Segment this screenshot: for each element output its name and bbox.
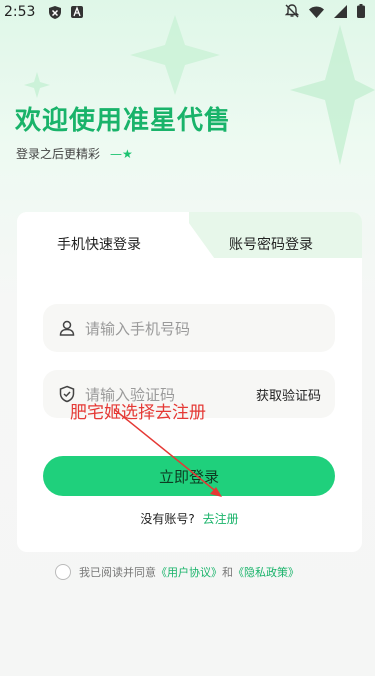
subtitle-text: 登录之后更精彩: [16, 147, 101, 161]
tab-password-login-label: 账号密码登录: [229, 237, 313, 253]
shield-icon: [49, 5, 62, 19]
decorative-star-right: [290, 25, 375, 165]
tab-quick-login[interactable]: 手机快速登录: [57, 234, 141, 255]
login-button[interactable]: 立即登录: [43, 456, 335, 496]
no-account-text: 没有账号?: [140, 512, 195, 526]
subtitle: 登录之后更精彩 —★: [16, 145, 133, 162]
register-line: 没有账号? 去注册: [17, 510, 362, 527]
privacy-policy-link[interactable]: 《隐私政策》: [233, 564, 299, 580]
signal-icon: [334, 3, 347, 22]
agreement-and: 和: [222, 566, 233, 579]
bell-off-icon: [284, 3, 300, 22]
phone-field[interactable]: 请输入手机号码: [43, 304, 335, 352]
welcome-title: 欢迎使用准星代售: [15, 106, 232, 136]
agreement-row: 我已阅读并同意 《用户协议》 和 《隐私政策》: [55, 564, 299, 580]
annotation-text: 肥宅姬选择去注册: [70, 403, 206, 423]
agreement-checkbox[interactable]: [55, 564, 71, 580]
user-agreement-link[interactable]: 《用户协议》: [156, 564, 222, 580]
wifi-icon: [309, 3, 324, 22]
register-link[interactable]: 去注册: [203, 512, 239, 526]
login-card: 手机快速登录 账号密码登录 请输入手机号码 请输入验证码 获取验证码 立即登录 …: [17, 212, 362, 552]
phone-input-placeholder: 请输入手机号码: [85, 319, 191, 338]
a-icon: [71, 6, 84, 18]
tab-quick-login-label: 手机快速登录: [57, 237, 141, 253]
agreement-prefix: 我已阅读并同意: [79, 566, 156, 579]
status-bar: 2:53: [0, 0, 375, 24]
subtitle-arrow: —★: [110, 146, 133, 161]
status-time: 2:53: [4, 4, 36, 20]
tab-password-login[interactable]: 账号密码登录: [229, 234, 313, 254]
decorative-star-small: [24, 72, 50, 98]
get-code-button[interactable]: 获取验证码: [256, 385, 321, 404]
battery-icon: [357, 3, 365, 22]
user-icon: [57, 318, 77, 338]
